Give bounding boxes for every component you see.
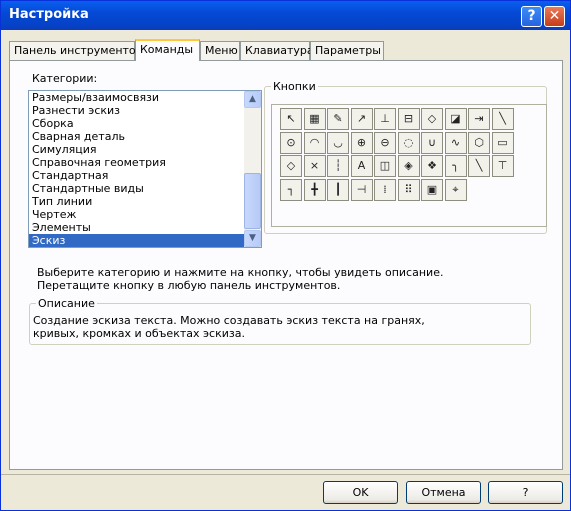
sketch-3d-icon[interactable]: ◪ [444, 108, 467, 130]
hint-line-2: Перетащите кнопку в любую панель инструм… [37, 279, 341, 292]
hint-line-1: Выберите категорию и нажмите на кнопку, … [37, 266, 444, 279]
ellipse-icon[interactable]: ⊖ [374, 131, 396, 154]
circle-icon[interactable]: ⊙ [280, 131, 302, 154]
centerline-icon[interactable]: ┆ [327, 155, 349, 177]
insert-block-icon[interactable]: ⇥ [468, 108, 490, 130]
list-item[interactable]: Элементы [29, 221, 261, 234]
list-item[interactable]: Чертеж [29, 208, 261, 221]
intersection-icon[interactable]: ⊣ [350, 178, 373, 201]
tangent-arc-icon[interactable]: ◡ [327, 131, 349, 154]
list-item[interactable]: Тип линии [29, 195, 261, 208]
list-item[interactable]: Симуляция [29, 143, 261, 156]
ok-button[interactable]: OK [323, 481, 398, 504]
offset-entities-icon[interactable]: ◈ [397, 155, 420, 177]
parabola-icon[interactable]: ∪ [421, 131, 443, 154]
tab-toolbars[interactable]: Панель инструментов [9, 41, 142, 60]
tab-options[interactable]: Параметры [310, 41, 384, 60]
mirror-icon[interactable]: ❖ [421, 155, 443, 177]
extend-icon[interactable]: ┐ [280, 178, 302, 201]
modify-icon[interactable]: ⌖ [444, 178, 467, 201]
scroll-down-icon[interactable]: ▼ [244, 230, 261, 247]
pointer-icon[interactable]: ↖ [280, 108, 302, 130]
parallelogram-icon[interactable]: ◇ [280, 155, 302, 177]
add-relation-icon[interactable]: ⊥ [374, 108, 396, 130]
list-item[interactable]: Разнести эскиз [29, 104, 261, 117]
line-icon[interactable]: ╲ [491, 108, 514, 130]
categories-scrollbar[interactable]: ▲ ▼ [244, 91, 261, 247]
display-relations-icon[interactable]: ⊟ [397, 108, 420, 130]
list-item[interactable]: Справочная геометрия [29, 156, 261, 169]
description-line-2: кривых, кромках и объектах эскиза. [33, 327, 245, 340]
cancel-button[interactable]: Отмена [406, 481, 481, 504]
list-item[interactable]: Сварная деталь [29, 130, 261, 143]
description-label: Описание [36, 297, 97, 310]
three-point-arc-icon[interactable]: ⊕ [350, 131, 373, 154]
command-buttons-area: ↖ ▦ ✎ ↗ ⊥ ⊟ ◇ ◪ ⇥ ╲ ⊙ ◠ ◡ ⊕ ⊖ ◌ ∪ ∿ ⬡ ▭ ◇ × ┆ A ◫ ◈ ❖ ╮ ╲ ⊤ ┐ ╋ ┃ ⊣ ⁞ ⠿ ▣ ⌖ [271, 104, 547, 227]
list-item[interactable]: Стандартная [29, 169, 261, 182]
help-title-button[interactable]: ? [521, 6, 542, 27]
description-line-1: Создание эскиза текста. Можно создавать … [33, 314, 425, 327]
close-button[interactable]: ✕ [544, 6, 565, 27]
fillet-icon[interactable]: ╮ [444, 155, 467, 177]
help-button[interactable]: ? [488, 481, 563, 504]
categories-list[interactable]: Размеры/взаимосвязи Разнести эскиз Сборка С… [28, 90, 262, 248]
scroll-thumb[interactable] [244, 173, 261, 229]
window-title: Настройка [9, 7, 89, 22]
title-bar[interactable]: Настройка ? ✕ [1, 1, 570, 30]
chamfer-icon[interactable]: ╲ [468, 155, 490, 177]
sketch-picture-icon[interactable]: ▣ [421, 178, 443, 201]
text-icon[interactable]: A [350, 155, 373, 177]
sketch-plane-icon[interactable]: ◇ [421, 108, 443, 130]
spline-icon[interactable]: ∿ [444, 131, 467, 154]
point-icon[interactable]: × [303, 155, 326, 177]
categories-label: Категории: [32, 72, 98, 85]
customize-dialog: Настройка ? ✕ Панель инструментов Команд… [0, 0, 571, 511]
list-item[interactable]: Сборка [29, 117, 261, 130]
rectangle-icon[interactable]: ▭ [491, 131, 514, 154]
split-icon[interactable]: ╋ [303, 178, 326, 201]
tab-keyboard[interactable]: Клавиатура [240, 41, 314, 60]
construction-icon[interactable]: ┃ [327, 178, 349, 201]
circular-pattern-icon[interactable]: ⠿ [397, 178, 420, 201]
list-item[interactable]: Эскиз [29, 234, 261, 247]
linear-pattern-icon[interactable]: ⁞ [374, 178, 396, 201]
arc-center-icon[interactable]: ◠ [303, 131, 326, 154]
tab-commands[interactable]: Команды [135, 39, 200, 61]
list-item[interactable]: Размеры/взаимосвязи [29, 91, 261, 104]
description-text: Создание эскиза текста. Можно создавать … [33, 314, 425, 340]
scroll-up-icon[interactable]: ▲ [244, 91, 261, 108]
grid-icon[interactable]: ▦ [303, 108, 326, 130]
buttons-group-label: Кнопки [271, 80, 318, 93]
convert-entities-icon[interactable]: ◫ [374, 155, 396, 177]
partial-ellipse-icon[interactable]: ◌ [397, 131, 420, 154]
polygon-icon[interactable]: ⬡ [468, 131, 490, 154]
smart-dimension-icon[interactable]: ↗ [350, 108, 373, 130]
list-item[interactable]: Стандартные виды [29, 182, 261, 195]
edit-sketch-icon[interactable]: ✎ [327, 108, 349, 130]
footer-separator [1, 474, 570, 475]
trim-icon[interactable]: ⊤ [491, 155, 514, 177]
tab-menu[interactable]: Меню [200, 41, 240, 60]
